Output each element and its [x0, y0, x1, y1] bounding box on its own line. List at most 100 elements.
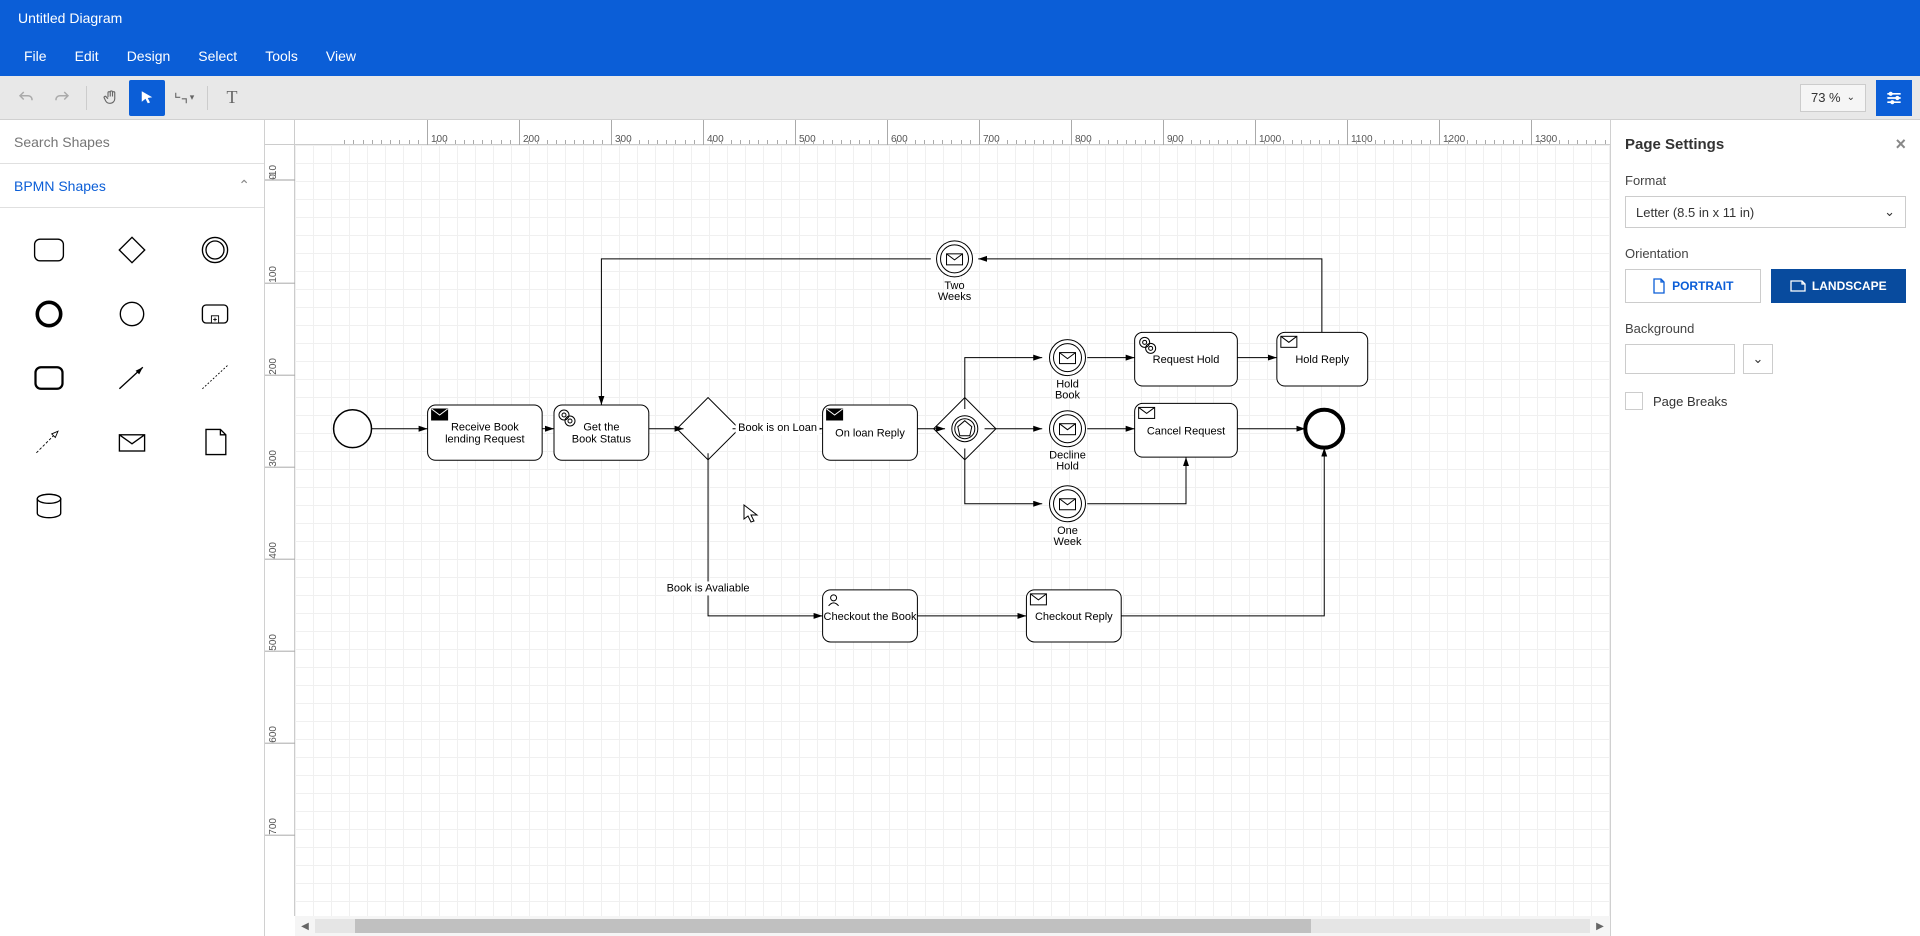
canvas[interactable]: Receive Booklending RequestGet theBook S…: [295, 145, 1610, 916]
orientation-landscape-button[interactable]: LANDSCAPE: [1771, 269, 1907, 303]
svg-text:Hold: Hold: [1056, 461, 1079, 473]
ruler-tick: 300: [265, 450, 295, 468]
shape-message-flow[interactable]: [18, 420, 81, 464]
chevron-down-icon: ⌄: [1884, 204, 1895, 220]
search-shapes-input[interactable]: [0, 120, 264, 164]
diagram[interactable]: Receive Booklending RequestGet theBook S…: [295, 145, 1610, 916]
pointer-tool-button[interactable]: [129, 80, 165, 116]
edge[interactable]: [978, 259, 1322, 332]
ruler-tick: 100: [265, 266, 295, 284]
menu-tools[interactable]: Tools: [251, 48, 312, 64]
menu-view[interactable]: View: [312, 48, 370, 64]
landscape-icon: [1790, 279, 1806, 293]
menu-design[interactable]: Design: [113, 48, 185, 64]
redo-button[interactable]: [44, 80, 80, 116]
node-hold_book[interactable]: HoldBook: [1050, 340, 1086, 402]
panel-title: Page Settings: [1625, 136, 1724, 153]
shape-data-source[interactable]: [18, 484, 81, 528]
ruler-corner: [265, 120, 295, 145]
node-on_loan_reply[interactable]: On loan Reply: [823, 405, 918, 460]
edge[interactable]: [965, 448, 1042, 503]
orientation-label: Orientation: [1625, 246, 1906, 261]
zoom-dropdown[interactable]: 73 % ⌄: [1800, 84, 1866, 112]
shape-sequence-flow[interactable]: [101, 356, 164, 400]
shape-expanded-subprocess[interactable]: [183, 292, 246, 336]
menu-edit[interactable]: Edit: [61, 48, 113, 64]
node-get_status[interactable]: Get theBook Status: [554, 405, 649, 460]
shape-group[interactable]: [18, 356, 81, 400]
ruler-tick: 600: [265, 726, 295, 744]
edge[interactable]: [1087, 457, 1186, 504]
node-checkout_reply[interactable]: Checkout Reply: [1026, 590, 1121, 642]
background-color-more[interactable]: ⌄: [1743, 344, 1773, 374]
node-gateway[interactable]: [677, 398, 739, 460]
ruler-tick: 200: [265, 358, 295, 376]
svg-text:lending Request: lending Request: [445, 434, 525, 446]
edge[interactable]: [1121, 448, 1324, 616]
shape-association[interactable]: [183, 356, 246, 400]
svg-text:Receive Book: Receive Book: [451, 422, 519, 434]
scroll-left-icon[interactable]: ◀: [295, 916, 315, 936]
format-select[interactable]: Letter (8.5 in x 11 in) ⌄: [1625, 196, 1906, 228]
node-checkout_book[interactable]: Checkout the Book: [823, 590, 918, 642]
shape-message[interactable]: [101, 420, 164, 464]
menu-file[interactable]: File: [10, 48, 61, 64]
node-two_weeks[interactable]: TwoWeeks: [937, 241, 973, 303]
menubar: File Edit Design Select Tools View: [0, 36, 1920, 76]
node-hold_reply[interactable]: Hold Reply: [1277, 332, 1368, 386]
settings-panel-toggle[interactable]: [1876, 80, 1912, 116]
shape-category-header[interactable]: BPMN Shapes ⌃: [0, 164, 264, 208]
undo-button[interactable]: [8, 80, 44, 116]
node-end[interactable]: [1305, 410, 1343, 448]
ruler-horizontal: 1002003004005006007008009001000110012001…: [295, 120, 1610, 145]
node-start[interactable]: [334, 410, 372, 448]
node-one_week[interactable]: OneWeek: [1050, 486, 1086, 548]
shape-task[interactable]: [18, 228, 81, 272]
node-receive[interactable]: Receive Booklending Request: [428, 405, 543, 460]
portrait-label: PORTRAIT: [1672, 279, 1733, 293]
canvas-area: 1002003004005006007008009001000110012001…: [265, 120, 1610, 936]
shape-gateway[interactable]: [101, 228, 164, 272]
node-cancel_request[interactable]: Cancel Request: [1135, 403, 1238, 457]
chevron-up-icon: ⌃: [238, 177, 250, 194]
scrollbar-thumb[interactable]: [355, 919, 1311, 933]
pan-tool-button[interactable]: [93, 80, 129, 116]
ruler-tick: 1000: [1255, 120, 1281, 145]
page-breaks-checkbox[interactable]: [1625, 392, 1643, 410]
shape-intermediate-event[interactable]: [183, 228, 246, 272]
zoom-value: 73 %: [1811, 90, 1841, 105]
ruler-tick: 700: [265, 818, 295, 836]
close-icon[interactable]: ×: [1895, 134, 1906, 155]
scroll-right-icon[interactable]: ▶: [1590, 916, 1610, 936]
node-decline_hold[interactable]: DeclineHold: [1049, 411, 1086, 473]
edge[interactable]: [965, 358, 1042, 409]
format-label: Format: [1625, 173, 1906, 188]
shape-end-event[interactable]: [18, 292, 81, 336]
landscape-label: LANDSCAPE: [1812, 279, 1887, 293]
svg-text:Cancel Request: Cancel Request: [1147, 425, 1225, 437]
svg-text:Get the: Get the: [583, 422, 619, 434]
shape-data-object[interactable]: [183, 420, 246, 464]
page-breaks-label: Page Breaks: [1653, 394, 1727, 409]
svg-text:Book is on Loan: Book is on Loan: [738, 422, 817, 434]
ruler-tick: 0: [265, 174, 295, 181]
svg-text:Book is Avaliable: Book is Avaliable: [667, 582, 750, 594]
svg-text:Week: Week: [1054, 536, 1082, 548]
toolbar: ▾ T 73 % ⌄: [0, 76, 1920, 120]
svg-text:On loan Reply: On loan Reply: [835, 428, 905, 440]
orientation-portrait-button[interactable]: PORTRAIT: [1625, 269, 1761, 303]
text-tool-button[interactable]: T: [214, 80, 250, 116]
horizontal-scrollbar[interactable]: ◀ ▶: [295, 916, 1610, 936]
menu-select[interactable]: Select: [184, 48, 251, 64]
connector-tool-button[interactable]: ▾: [165, 80, 201, 116]
chevron-down-icon: ⌄: [1847, 92, 1855, 103]
category-label: BPMN Shapes: [14, 178, 106, 194]
shape-start-event[interactable]: [101, 292, 164, 336]
ruler-vertical: -100100200300400500600700: [265, 145, 295, 916]
titlebar: Untitled Diagram: [0, 0, 1920, 36]
edge[interactable]: [601, 259, 930, 405]
node-request_hold[interactable]: Request Hold: [1135, 332, 1238, 386]
svg-text:Checkout the Book: Checkout the Book: [824, 611, 917, 623]
background-color-swatch[interactable]: [1625, 344, 1735, 374]
chevron-down-icon: ⌄: [1753, 351, 1764, 367]
